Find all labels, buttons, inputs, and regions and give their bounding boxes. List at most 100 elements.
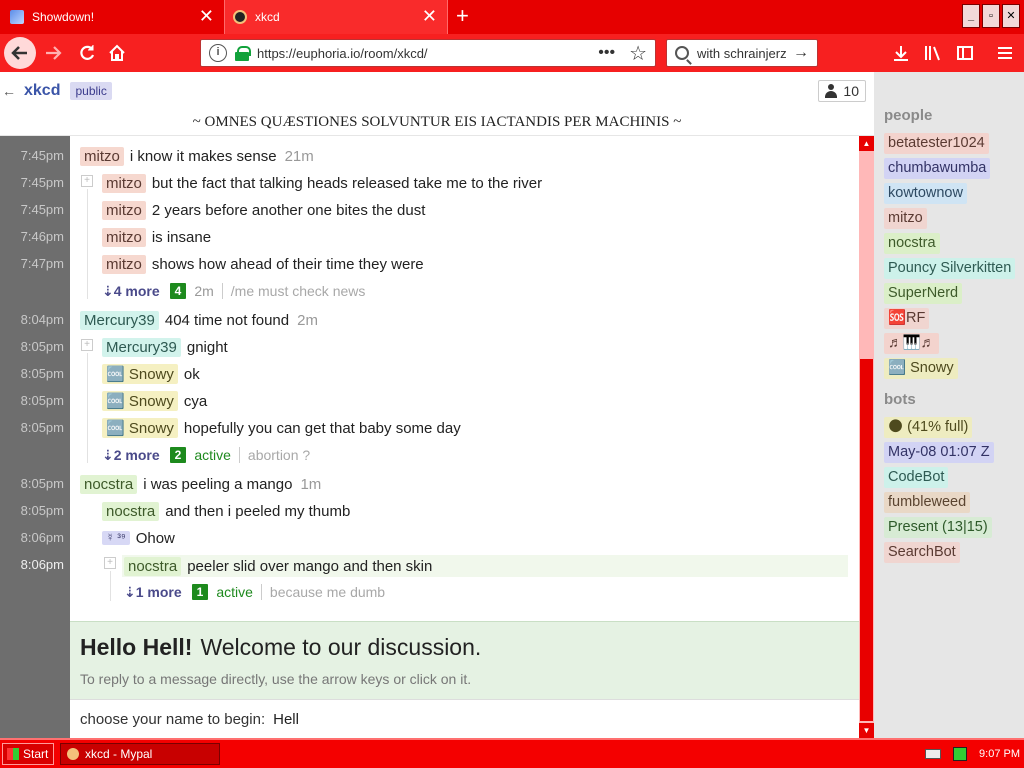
divider xyxy=(221,283,223,299)
forward-button[interactable] xyxy=(38,38,68,68)
user-list-item[interactable]: ♬🎹♬ xyxy=(884,333,940,354)
scroll-up-arrow-icon[interactable]: ▲ xyxy=(859,136,874,151)
tab-xkcd[interactable]: xkcd ✕ xyxy=(224,0,448,34)
user-list-item[interactable]: chumbawumba xyxy=(884,158,991,179)
start-label: Start xyxy=(23,747,49,761)
close-window-button[interactable]: ✕ xyxy=(1002,4,1020,28)
message[interactable]: mitzo shows how ahead of their time they… xyxy=(102,253,424,275)
expand-replies-row[interactable]: ⇣2 more 2 active abortion ? xyxy=(102,445,310,465)
sidebar-button[interactable] xyxy=(952,38,978,68)
scroll-down-arrow-icon[interactable]: ▼ xyxy=(859,723,874,738)
message[interactable]: 🆒 Snowy hopefully you can get that baby … xyxy=(102,417,461,439)
user-list-item[interactable]: 🆒 Snowy xyxy=(884,358,958,379)
windows-flag-icon xyxy=(7,748,19,760)
message-list: mitzo i know it makes sense 21m + mitzo … xyxy=(70,136,859,621)
minimize-button[interactable]: _ xyxy=(962,4,980,28)
page-actions-icon[interactable]: ••• xyxy=(598,44,615,62)
user-list-item[interactable]: kowtownow xyxy=(884,183,967,204)
thread-line xyxy=(87,189,88,299)
more-replies-link[interactable]: ⇣4 more xyxy=(102,283,160,300)
sidebar-icon xyxy=(957,46,973,60)
bot-list-item[interactable]: 🌑 (41% full) xyxy=(884,417,973,438)
nick: mitzo xyxy=(102,254,146,274)
nick-input[interactable] xyxy=(273,706,474,732)
nick: nocstra xyxy=(102,501,160,521)
room-name[interactable]: xkcd xyxy=(24,82,60,100)
message-scrollbar[interactable]: ▲ ▼ xyxy=(859,136,874,738)
window-controls: _ ▫ ✕ xyxy=(962,4,1020,28)
message[interactable]: mitzo i know it makes sense 21m xyxy=(80,145,314,167)
info-icon[interactable]: i xyxy=(209,44,227,62)
home-icon xyxy=(109,44,125,61)
more-replies-link[interactable]: ⇣2 more xyxy=(102,447,160,464)
expand-replies-row[interactable]: ⇣4 more 4 2m /me must check news xyxy=(102,281,365,301)
search-go-icon[interactable]: → xyxy=(793,44,809,62)
collapse-thread-icon[interactable]: + xyxy=(81,175,93,187)
collapse-thread-icon[interactable]: + xyxy=(81,339,93,351)
message-text: gnight xyxy=(186,338,228,356)
tab-bar: Showdown! ✕ xkcd ✕ + _ ▫ ✕ xyxy=(0,0,1024,34)
user-count: 10 xyxy=(843,83,859,99)
bot-list-item[interactable]: May-08 01:07 Z xyxy=(884,442,994,463)
user-list-item[interactable]: SuperNerd xyxy=(884,283,963,304)
network-icon[interactable] xyxy=(953,747,968,761)
taskbar-window-button[interactable]: xkcd - Mypal xyxy=(60,743,220,765)
library-button[interactable] xyxy=(920,38,946,68)
user-list-item[interactable]: mitzo xyxy=(884,208,927,229)
url-bar[interactable]: i https://euphoria.io/room/xkcd/ ••• ☆ xyxy=(200,39,656,67)
nick: mitzo xyxy=(102,173,146,193)
room-motto: ~ OMNES QUÆSTIONES SOLVUNTUR EIS IACTAND… xyxy=(0,110,874,136)
maximize-button[interactable]: ▫ xyxy=(982,4,1000,28)
system-tray: 9:07 PM xyxy=(925,743,1020,765)
message[interactable]: 🆒 Snowy ok xyxy=(102,363,200,385)
message[interactable]: nocstra i was peeling a mango 1m xyxy=(80,473,321,495)
bookmark-star-icon[interactable]: ☆ xyxy=(629,41,647,66)
more-replies-link[interactable]: ⇣1 more xyxy=(124,584,182,601)
bot-list-item[interactable]: Present (13|15) xyxy=(884,517,992,538)
divider xyxy=(238,447,240,463)
url-text[interactable]: https://euphoria.io/room/xkcd/ xyxy=(257,46,428,61)
clock[interactable]: 9:07 PM xyxy=(979,748,1020,760)
room-back-arrow-icon[interactable]: ← xyxy=(2,83,16,99)
new-count-badge: 2 xyxy=(169,447,187,463)
message[interactable]: 🆒 Snowy cya xyxy=(102,390,207,412)
home-button[interactable] xyxy=(102,38,132,68)
timestamp: 8:05pm xyxy=(20,476,64,491)
message[interactable]: ☿ ³⁹ Ohow xyxy=(102,527,175,549)
close-tab-icon[interactable]: ✕ xyxy=(199,7,214,25)
message[interactable]: mitzo is insane xyxy=(102,226,211,248)
menu-button[interactable] xyxy=(992,38,1018,68)
user-list-item[interactable]: betatester1024 xyxy=(884,133,989,154)
bot-list-item[interactable]: CodeBot xyxy=(884,467,949,488)
message[interactable]: mitzo but the fact that talking heads re… xyxy=(102,172,542,194)
start-button[interactable]: Start xyxy=(2,743,54,765)
lock-icon[interactable] xyxy=(235,46,251,61)
new-tab-button[interactable]: + xyxy=(456,3,469,29)
user-list-item[interactable]: Pouncy Silverkitten xyxy=(884,258,1016,279)
collapse-thread-icon[interactable]: + xyxy=(104,557,116,569)
message[interactable]: nocstra and then i peeled my thumb xyxy=(102,500,350,522)
user-list-item[interactable]: nocstra xyxy=(884,233,940,254)
expand-replies-row[interactable]: ⇣1 more 1 active because me dumb xyxy=(124,582,385,602)
search-text[interactable]: with schrainjerz xyxy=(697,46,787,61)
timestamp: 8:06pm xyxy=(20,530,64,545)
tab-showdown[interactable]: Showdown! ✕ xyxy=(0,0,224,34)
keyboard-icon[interactable] xyxy=(925,749,942,759)
scrollbar-thumb[interactable] xyxy=(860,359,873,721)
bot-list-item[interactable]: fumbleweed xyxy=(884,492,971,513)
message[interactable]: Mercury39 gnight xyxy=(102,336,228,358)
nick: mitzo xyxy=(102,200,146,220)
download-button[interactable] xyxy=(888,38,914,68)
bot-list-item[interactable]: SearchBot xyxy=(884,542,960,563)
reply-snippet: abortion ? xyxy=(247,447,311,463)
search-bar[interactable]: with schrainjerz → xyxy=(666,39,818,67)
reload-button[interactable] xyxy=(72,38,102,68)
message[interactable]: Mercury39 404 time not found 2m xyxy=(80,309,318,331)
nick: 🆒 Snowy xyxy=(102,364,178,384)
close-tab-icon[interactable]: ✕ xyxy=(422,7,437,25)
back-button[interactable] xyxy=(4,37,36,69)
user-count-button[interactable]: 10 xyxy=(818,80,866,102)
message[interactable]: mitzo 2 years before another one bites t… xyxy=(102,199,425,221)
message[interactable]: nocstra peeler slid over mango and then … xyxy=(124,555,432,577)
user-list-item[interactable]: 🆘RF xyxy=(884,308,930,329)
